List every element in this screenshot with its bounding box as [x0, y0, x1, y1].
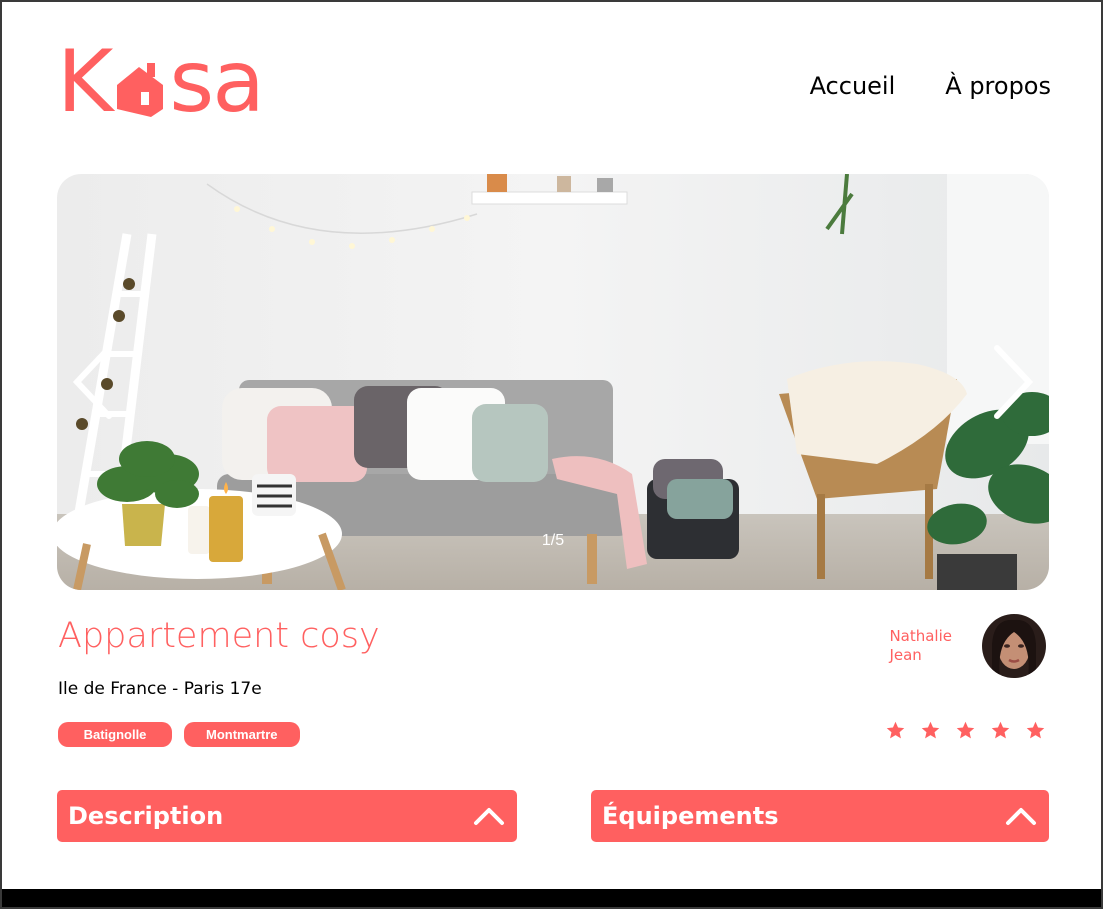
chevron-up-icon[interactable] — [1005, 806, 1037, 826]
host-last-name: Jean — [889, 646, 922, 664]
chevron-left-icon[interactable] — [69, 342, 117, 422]
logo-letter-k: K — [57, 32, 113, 132]
kasa-logo[interactable]: K sa — [57, 32, 265, 132]
chevron-up-icon[interactable] — [473, 806, 505, 826]
listing-location: Ile de France - Paris 17e — [58, 679, 262, 699]
site-header: K sa Accueil À propos — [57, 32, 1051, 132]
tag-montmartre: Montmartre — [184, 722, 300, 747]
footer-bar — [2, 889, 1101, 907]
photo-counter: 1/5 — [541, 532, 565, 549]
nav-link-accueil[interactable]: Accueil — [810, 72, 896, 100]
logo-letters-sa: sa — [169, 32, 265, 132]
star-icon — [956, 721, 975, 739]
equipements-collapse[interactable]: Équipements — [591, 790, 1049, 842]
host-first-name: Nathalie — [889, 627, 952, 645]
apartment-photo — [57, 174, 1049, 590]
star-icon — [886, 721, 905, 739]
tag-list: Batignolle Montmartre — [58, 722, 300, 747]
main-nav: Accueil À propos — [810, 72, 1051, 100]
star-icon — [1026, 721, 1045, 739]
chevron-right-icon[interactable] — [989, 342, 1037, 422]
host-info: Nathalie Jean — [889, 614, 1046, 678]
star-icon — [991, 721, 1010, 739]
star-icon — [921, 721, 940, 739]
host-name: Nathalie Jean — [889, 627, 952, 665]
equipements-title: Équipements — [602, 802, 779, 830]
description-title: Description — [68, 802, 224, 830]
description-collapse[interactable]: Description — [57, 790, 517, 842]
nav-link-a-propos[interactable]: À propos — [945, 72, 1051, 100]
avatar — [982, 614, 1046, 678]
house-icon — [117, 63, 164, 117]
tag-batignolle: Batignolle — [58, 722, 172, 747]
rating-stars — [885, 720, 1046, 741]
listing-title: Appartement cosy — [58, 616, 380, 656]
photo-carousel: 1/5 — [57, 174, 1049, 590]
